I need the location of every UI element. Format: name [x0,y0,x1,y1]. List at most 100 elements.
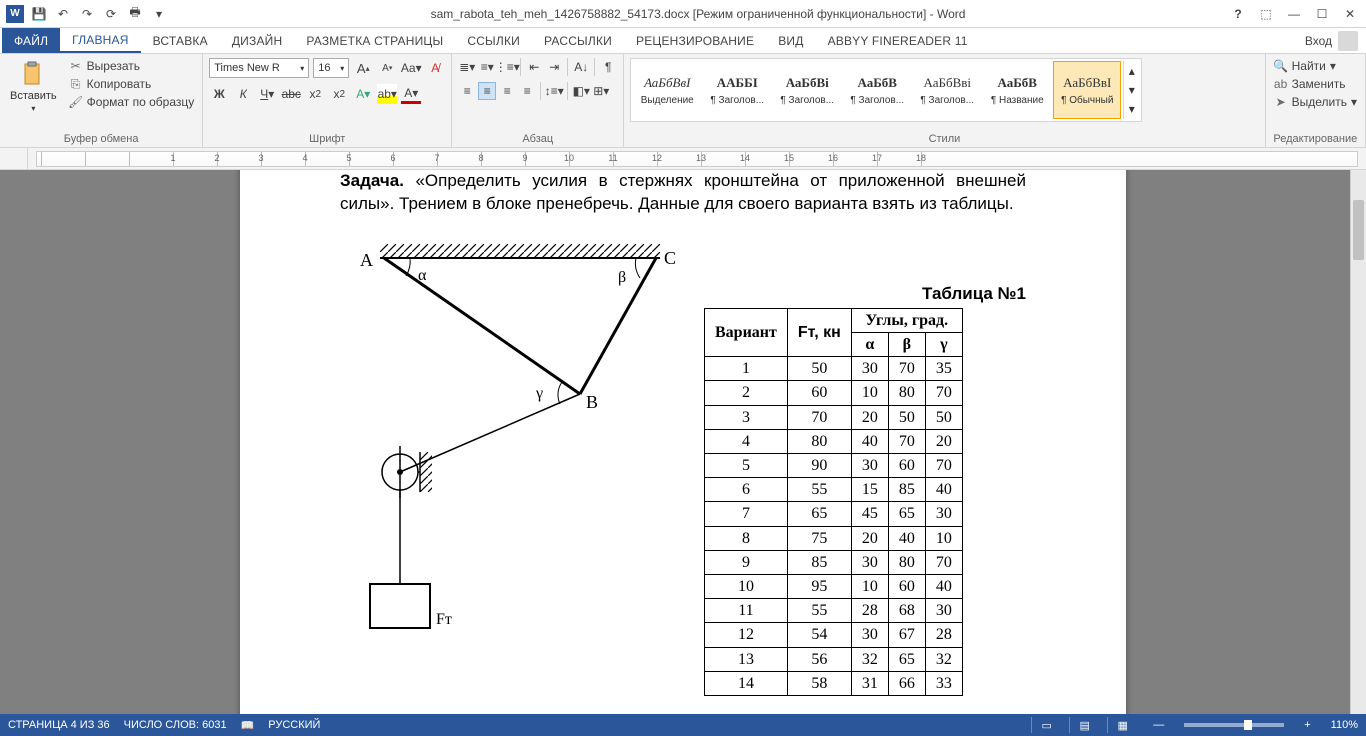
tab-design[interactable]: ДИЗАЙН [220,28,295,53]
highlight-button[interactable]: ab▾ [377,84,397,104]
tab-mailings[interactable]: РАССЫЛКИ [532,28,624,53]
format-painter-button[interactable]: 🖌Формат по образцу [67,94,197,110]
italic-button[interactable]: К [233,84,253,104]
style-gallery-more[interactable]: ▴▾▾ [1123,61,1139,119]
proofing-icon[interactable]: 📖 [241,719,255,732]
title-bar: W 💾 ↶ ↷ ⟳ 🖶 ▾ sam_rabota_teh_meh_1426758… [0,0,1366,28]
zoom-slider[interactable] [1184,723,1284,727]
tab-review[interactable]: РЕЦЕНЗИРОВАНИЕ [624,28,766,53]
tab-references[interactable]: ССЫЛКИ [455,28,532,53]
align-right-button[interactable]: ≡ [498,82,516,100]
copy-button[interactable]: ⎘Копировать [67,76,197,92]
status-lang[interactable]: РУССКИЙ [268,719,320,731]
shading-button[interactable]: ◧▾ [572,82,590,100]
table-row: 1155286830 [705,599,963,623]
table-caption: Таблица №1 [704,284,1026,304]
align-left-button[interactable]: ≡ [458,82,476,100]
qat-more-icon[interactable]: ▾ [150,5,168,23]
subscript-button[interactable]: x2 [305,84,325,104]
ribbon-options-icon[interactable]: ⬚ [1256,7,1276,21]
status-page[interactable]: СТРАНИЦА 4 ИЗ 36 [8,719,110,731]
table-row: 1095106040 [705,574,963,598]
style-item[interactable]: ААББІ¶ Заголов... [703,61,771,119]
justify-button[interactable]: ≡ [518,82,536,100]
borders-button[interactable]: ⊞▾ [592,82,610,100]
bold-button[interactable]: Ж [209,84,229,104]
style-item[interactable]: АаБбВвІ¶ Обычный [1053,61,1121,119]
underline-button[interactable]: Ч▾ [257,84,277,104]
cut-button[interactable]: ✂Вырезать [67,58,197,74]
group-editing: 🔍Найти ▾ abЗаменить ➤Выделить ▾ Редактир… [1266,54,1366,147]
find-button[interactable]: 🔍Найти ▾ [1272,58,1359,74]
ruler-corner[interactable] [0,148,28,169]
text-effects-button[interactable]: A▾ [353,84,373,104]
status-bar: СТРАНИЦА 4 ИЗ 36 ЧИСЛО СЛОВ: 6031 📖 РУСС… [0,714,1366,736]
superscript-button[interactable]: x2 [329,84,349,104]
clear-format-button[interactable]: A̸ [425,58,445,78]
view-print-icon[interactable]: ▤ [1069,717,1093,733]
indent-button[interactable]: ⇥ [545,58,563,76]
maximize-icon[interactable]: ☐ [1312,7,1332,21]
close-icon[interactable]: ✕ [1340,7,1360,21]
group-label: Буфер обмена [6,131,196,145]
undo-icon[interactable]: ↶ [54,5,72,23]
style-item[interactable]: АаБбВ¶ Заголов... [843,61,911,119]
font-size-select[interactable]: 16▾ [313,58,349,78]
scrollbar-thumb[interactable] [1353,200,1364,260]
paste-button[interactable]: Вставить ▾ [6,58,61,115]
group-clipboard: Вставить ▾ ✂Вырезать ⎘Копировать 🖌Формат… [0,54,203,147]
tab-file[interactable]: ФАЙЛ [2,28,60,53]
status-words[interactable]: ЧИСЛО СЛОВ: 6031 [124,719,227,731]
align-center-button[interactable]: ≡ [478,82,496,100]
show-marks-button[interactable]: ¶ [599,58,617,76]
svg-text:Fт: Fт [436,611,452,628]
zoom-in-button[interactable]: + [1304,719,1310,731]
view-web-icon[interactable]: ▦ [1107,717,1131,733]
minimize-icon[interactable]: — [1284,7,1304,21]
tab-layout[interactable]: РАЗМЕТКА СТРАНИЦЫ [294,28,455,53]
document-area: Задача. «Определить усилия в стержнях кр… [0,170,1366,714]
group-styles: АаБбВвІВыделение ААББІ¶ Заголов... АаБбВ… [624,54,1265,147]
table-row: 150307035 [705,357,963,381]
group-paragraph: ≣▾ ≡▾ ⋮≡▾ ⇤ ⇥ A↓ ¶ ≡ ≡ ≡ ≡ ↕≡▾ ◧▾ ⊞▾ [452,54,624,147]
style-item[interactable]: АаБбВві¶ Заголов... [913,61,981,119]
tab-insert[interactable]: ВСТАВКА [141,28,220,53]
style-item[interactable]: АаБбВі¶ Заголов... [773,61,841,119]
save-icon[interactable]: 💾 [30,5,48,23]
tab-view[interactable]: ВИД [766,28,815,53]
refresh-icon[interactable]: ⟳ [102,5,120,23]
shrink-font-button[interactable]: A▾ [377,58,397,78]
numbering-button[interactable]: ≡▾ [478,58,496,76]
select-button[interactable]: ➤Выделить ▾ [1272,94,1359,110]
table-row: 260108070 [705,381,963,405]
multilevel-button[interactable]: ⋮≡▾ [498,58,516,76]
outdent-button[interactable]: ⇤ [525,58,543,76]
login-button[interactable]: Вход [1297,28,1366,53]
tab-home[interactable]: ГЛАВНАЯ [60,28,140,53]
strike-button[interactable]: abc [281,84,301,104]
replace-button[interactable]: abЗаменить [1272,76,1359,92]
vertical-scrollbar[interactable] [1350,170,1366,714]
search-icon: 🔍 [1274,59,1288,73]
style-item[interactable]: АаБбВ¶ Название [983,61,1051,119]
print-icon[interactable]: 🖶 [126,5,144,23]
window-title: sam_rabota_teh_meh_1426758882_54173.docx… [168,7,1228,21]
view-read-icon[interactable]: ▭ [1031,717,1055,733]
help-icon[interactable]: ? [1228,7,1248,21]
zoom-level[interactable]: 110% [1331,719,1358,731]
bullets-button[interactable]: ≣▾ [458,58,476,76]
style-gallery[interactable]: АаБбВвІВыделение ААББІ¶ Заголов... АаБбВ… [630,58,1142,122]
font-color-button[interactable]: A▾ [401,84,421,104]
horizontal-ruler[interactable]: 123456789101112131415161718 [36,151,1358,167]
sort-button[interactable]: A↓ [572,58,590,76]
zoom-out-button[interactable]: — [1153,719,1164,731]
line-spacing-button[interactable]: ↕≡▾ [545,82,563,100]
style-item[interactable]: АаБбВвІВыделение [633,61,701,119]
redo-icon[interactable]: ↷ [78,5,96,23]
font-name-select[interactable]: Times New R▾ [209,58,309,78]
grow-font-button[interactable]: A▴ [353,58,373,78]
change-case-button[interactable]: Aa▾ [401,58,421,78]
word-icon: W [6,5,24,23]
tab-abbyy[interactable]: ABBYY FineReader 11 [816,28,980,53]
page: Задача. «Определить усилия в стержнях кр… [240,170,1126,714]
